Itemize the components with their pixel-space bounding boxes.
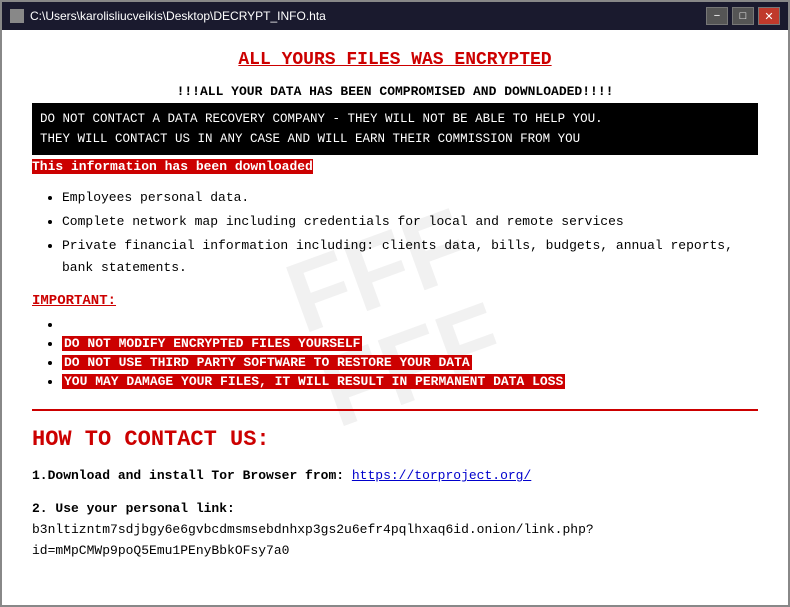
bullet-item-2: Complete network map including credentia…	[62, 211, 758, 233]
bullet-item-1: Employees personal data.	[62, 187, 758, 209]
important-list: DO NOT MODIFY ENCRYPTED FILES YOURSELF D…	[62, 317, 758, 389]
downloaded-line: This information has been downloaded	[32, 157, 758, 175]
black-box-line2: THEY WILL CONTACT US IN ANY CASE AND WIL…	[40, 129, 750, 149]
main-title: ALL YOURS FILES WAS ENCRYPTED	[32, 50, 758, 70]
close-button[interactable]: ✕	[758, 7, 780, 25]
maximize-button[interactable]: □	[732, 7, 754, 25]
black-box-line1: DO NOT CONTACT A DATA RECOVERY COMPANY -…	[40, 109, 750, 129]
step2-link: b3nltizntm7sdjbgy6e6gvbcdmsmsebdnhxp3gs2…	[32, 522, 594, 558]
step1-prefix: 1.Download and install Tor Browser from:	[32, 468, 352, 483]
contact-heading: HOW TO CONTACT US:	[32, 427, 758, 452]
window-title: C:\Users\karolisliucveikis\Desktop\DECRY…	[30, 9, 326, 23]
important-item-3: YOU MAY DAMAGE YOUR FILES, IT WILL RESUL…	[62, 374, 758, 389]
bullet-item-3: Private financial information including:…	[62, 235, 758, 279]
important-label: IMPORTANT:	[32, 293, 758, 309]
step1-text: 1.Download and install Tor Browser from:…	[32, 466, 758, 487]
black-box-warning: DO NOT CONTACT A DATA RECOVERY COMPANY -…	[32, 103, 758, 155]
step2-text: 2. Use your personal link: b3nltizntm7sd…	[32, 499, 758, 561]
content-area: FFFFFF ALL YOURS FILES WAS ENCRYPTED !!!…	[2, 30, 788, 605]
section-divider	[32, 409, 758, 411]
important-empty-bullet	[62, 317, 758, 332]
tor-link[interactable]: https://torproject.org/	[352, 468, 531, 483]
window-icon	[10, 9, 24, 23]
main-window: C:\Users\karolisliucveikis\Desktop\DECRY…	[0, 0, 790, 607]
content-inner: ALL YOURS FILES WAS ENCRYPTED !!!ALL YOU…	[32, 50, 758, 562]
important-item-2: DO NOT USE THIRD PARTY SOFTWARE TO RESTO…	[62, 355, 758, 370]
title-bar: C:\Users\karolisliucveikis\Desktop\DECRY…	[2, 2, 788, 30]
minimize-button[interactable]: −	[706, 7, 728, 25]
title-bar-left: C:\Users\karolisliucveikis\Desktop\DECRY…	[10, 9, 326, 23]
step2-line1: 2. Use your personal link:	[32, 501, 235, 516]
exclaim-line: !!!ALL YOUR DATA HAS BEEN COMPROMISED AN…	[32, 84, 758, 99]
title-bar-buttons: − □ ✕	[706, 7, 780, 25]
info-bullet-list: Employees personal data. Complete networ…	[62, 187, 758, 279]
important-item-1: DO NOT MODIFY ENCRYPTED FILES YOURSELF	[62, 336, 758, 351]
downloaded-text: This information has been downloaded	[32, 159, 313, 174]
